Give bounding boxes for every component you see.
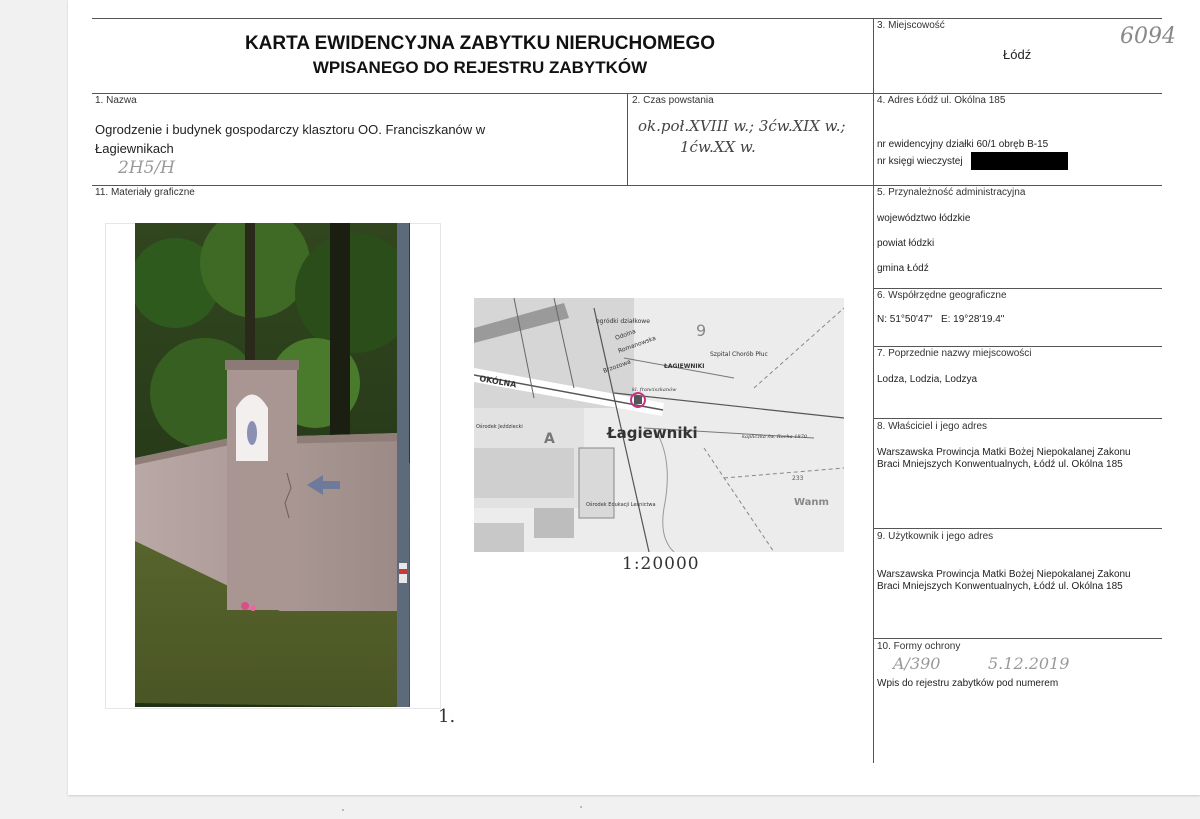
- map-scale: 1:20000: [622, 554, 700, 574]
- coords-value: N: 51°50'47" E: 19°28'19.4": [877, 314, 1005, 325]
- map-label-osrodek: Ośrodek Edukacji Leśnictwa: [586, 501, 656, 508]
- rule-former: [873, 418, 1162, 419]
- name-label: 1. Nazwa: [95, 95, 137, 106]
- map-label-franciszkanow: kl. franciszkanów: [632, 386, 677, 393]
- admin-label: 5. Przynależność administracyjna: [877, 187, 1026, 198]
- map-label-lagiewniki: Łagiewniki: [606, 424, 698, 442]
- user-label: 9. Użytkownik i jego adres: [877, 531, 994, 542]
- land-register: nr księgi wieczystej: [877, 156, 963, 167]
- creation-time-label: 2. Czas powstania: [632, 95, 714, 106]
- owner-line1: Warszawska Prowincja Matki Bożej Niepoka…: [877, 447, 1131, 458]
- photo-number: 1.: [438, 706, 456, 727]
- rule-name-divider: [627, 93, 628, 185]
- scan-speck: [342, 809, 344, 811]
- graphics-label: 11. Materiały graficzne: [95, 187, 195, 198]
- former-names-label: 7. Poprzednie nazwy miejscowości: [877, 348, 1032, 359]
- protection-value: Wpis do rejestru zabytków pod numerem: [877, 678, 1059, 689]
- location-map: 9 OKÓLNA Łagiewniki ŁAGIEWNIKI ogródki d…: [474, 298, 844, 552]
- name-value-line1: Ogrodzenie i budynek gospodarczy klaszto…: [95, 122, 486, 137]
- former-names-value: Lodza, Lodzia, Lodzya: [877, 374, 978, 385]
- coords-label: 6. Współrzędne geograficzne: [877, 290, 1007, 301]
- rule-user: [873, 638, 1162, 639]
- owner-line2: Braci Mniejszych Konwentualnych, Łódź ul…: [877, 459, 1123, 470]
- map-label-wanm: Wanm: [794, 497, 829, 508]
- admin-commune: gmina Łódź: [877, 263, 929, 274]
- rule-name: [92, 185, 1162, 186]
- map-number-9: 9: [696, 321, 706, 340]
- handwritten-ref: 2H5/H: [118, 158, 176, 178]
- page-title: KARTA EWIDENCYJNA ZABYTKU NIERUCHOMEGO: [244, 33, 716, 54]
- user-line2: Braci Mniejszych Konwentualnych, Łódź ul…: [877, 581, 1123, 592]
- map-zone-a: A: [544, 431, 555, 447]
- admin-county: powiat łódzki: [877, 238, 935, 249]
- map-label-szpital: Szpital Chorób Płuc: [710, 351, 768, 358]
- map-number-233: 233: [792, 475, 804, 482]
- locality-value: Łódź: [1003, 47, 1032, 62]
- rule-right-column: [873, 18, 874, 763]
- creation-time-line2: 1ćw.XX w.: [680, 138, 756, 156]
- protection-label: 10. Formy ochrony: [877, 641, 961, 652]
- name-value-line2: Łagiewnikach: [95, 141, 174, 156]
- map-label-lagiewniki-small: ŁAGIEWNIKI: [663, 363, 705, 370]
- map-label-ogrodki: ogródki działkowe: [596, 318, 650, 325]
- handwritten-card-number: 6094: [1120, 24, 1176, 49]
- rule-owner: [873, 528, 1162, 529]
- user-line1: Warszawska Prowincja Matki Bożej Niepoka…: [877, 569, 1131, 580]
- monument-photo: [135, 223, 410, 707]
- rule-top: [92, 18, 1162, 19]
- page-subtitle: WPISANEGO DO REJESTRU ZABYTKÓW: [312, 58, 648, 77]
- parcel-number: nr ewidencyjny działki 60/1 obręb B-15: [877, 139, 1049, 150]
- map-label-jezdziecki: Ośrodek Jeździecki: [476, 423, 523, 430]
- admin-voivodeship: województwo łódzkie: [877, 213, 971, 224]
- scan-speck: [580, 806, 582, 808]
- rule-coords: [873, 346, 1162, 347]
- protection-reg-number: A/390: [893, 654, 941, 673]
- redaction-bar: [971, 152, 1068, 170]
- creation-time-line1: ok.poł.XVIII w.; 3ćw.XIX w.;: [638, 117, 846, 135]
- address-label: 4. Adres Łódź ul. Okólna 185: [877, 95, 1006, 106]
- rule-admin: [873, 288, 1162, 289]
- owner-label: 8. Właściciel i jego adres: [877, 421, 988, 432]
- protection-date: 5.12.2019: [988, 654, 1070, 673]
- locality-label: 3. Miejscowość: [877, 20, 945, 31]
- map-label-kapliczka: kapliczka św. Rocha 1870: [742, 433, 808, 440]
